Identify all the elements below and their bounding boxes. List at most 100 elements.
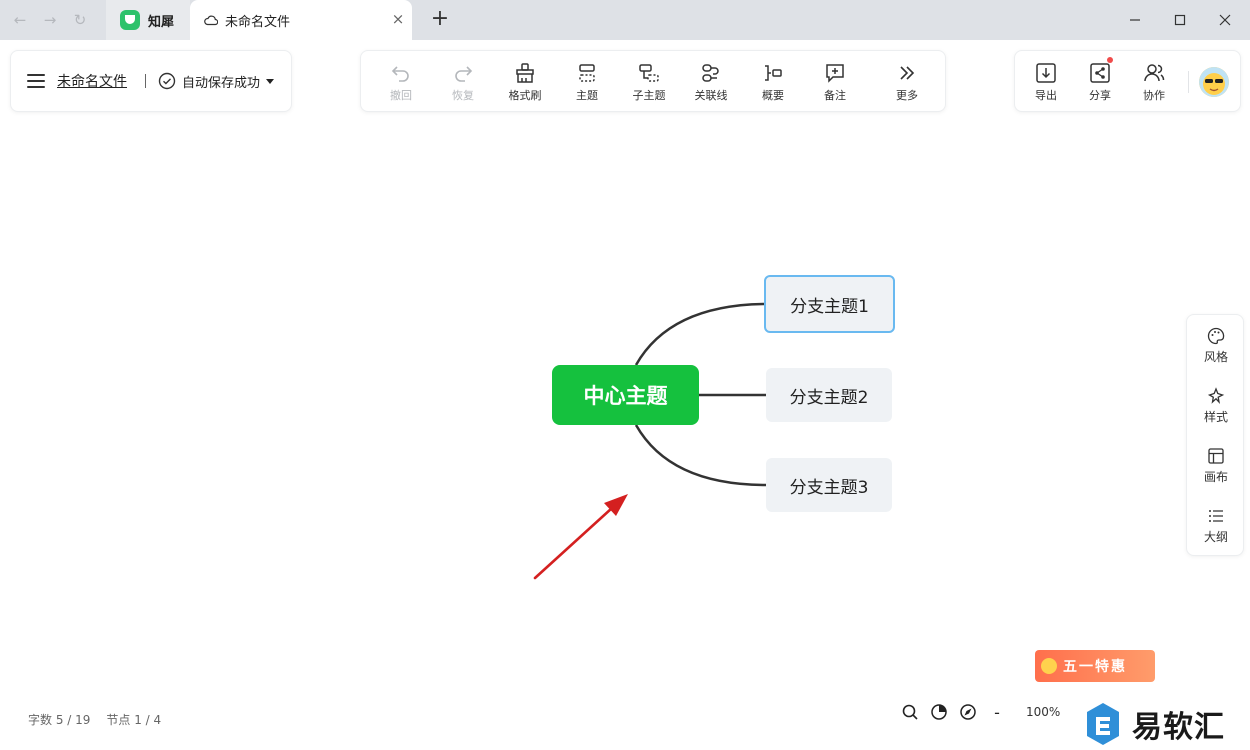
export-label: 导出 bbox=[1035, 88, 1057, 102]
minimize-icon[interactable] bbox=[1122, 8, 1148, 32]
undo-label: 撤回 bbox=[390, 88, 412, 102]
locate-button[interactable] bbox=[956, 701, 980, 723]
mouse-icon bbox=[931, 704, 947, 720]
action-panel: 导出 分享 协作 bbox=[1014, 50, 1241, 112]
sparkle-icon bbox=[1207, 387, 1225, 405]
zoom-controls: - 100% bbox=[898, 701, 1060, 723]
cloud-icon bbox=[204, 15, 218, 26]
save-status: 自动保存成功 bbox=[182, 75, 261, 91]
promo-text: 五一特惠 bbox=[1063, 659, 1127, 675]
mouse-mode-button[interactable] bbox=[927, 701, 951, 723]
tab-close-icon[interactable]: × bbox=[389, 10, 407, 28]
more-icon bbox=[900, 65, 915, 80]
topic-button[interactable]: 主题 bbox=[557, 51, 617, 113]
users-icon bbox=[1144, 63, 1165, 81]
back-icon[interactable]: ← bbox=[10, 10, 30, 30]
node-count: 节点 1 / 4 bbox=[106, 713, 162, 727]
redo-label: 恢复 bbox=[452, 88, 474, 102]
zoom-out-button[interactable]: - bbox=[985, 701, 1009, 723]
search-button[interactable] bbox=[898, 701, 922, 723]
topic-icon bbox=[579, 63, 595, 82]
subtopic-icon bbox=[639, 63, 659, 82]
export-icon bbox=[1036, 62, 1056, 83]
connector-branch-3 bbox=[634, 424, 767, 487]
note-button[interactable]: 备注 bbox=[805, 51, 865, 113]
branch-topic-node-2[interactable]: 分支主题2 bbox=[766, 368, 892, 422]
file-panel: 未命名文件 自动保存成功 bbox=[10, 50, 292, 112]
tab-app-label: 知犀 bbox=[148, 14, 175, 30]
notification-dot bbox=[1107, 57, 1113, 63]
note-icon bbox=[826, 63, 844, 83]
share-label: 分享 bbox=[1089, 88, 1111, 102]
share-button[interactable]: 分享 bbox=[1075, 51, 1125, 113]
style-label: 风格 bbox=[1203, 350, 1228, 364]
palette-icon bbox=[1207, 327, 1225, 345]
check-circle-icon bbox=[158, 72, 176, 90]
note-label: 备注 bbox=[824, 88, 846, 102]
format-style-button[interactable]: 样式 bbox=[1187, 377, 1245, 435]
main-toolbar: 撤回 恢复 格式刷 主题 子主题 关联线 概要 备注 更多 bbox=[360, 50, 946, 112]
megaphone-icon bbox=[1041, 658, 1057, 674]
menu-icon[interactable] bbox=[27, 74, 45, 88]
share-icon bbox=[1090, 62, 1110, 83]
branch-topic-node-3[interactable]: 分支主题3 bbox=[766, 458, 892, 512]
file-name-link[interactable]: 未命名文件 bbox=[57, 71, 127, 91]
canvas-button[interactable]: 画布 bbox=[1187, 437, 1245, 495]
list-icon bbox=[1209, 510, 1223, 522]
watermark-logo-icon bbox=[1087, 703, 1119, 745]
search-icon bbox=[902, 704, 918, 720]
central-topic-node[interactable]: 中心主题 bbox=[552, 365, 699, 425]
watermark: 易软汇 bbox=[1084, 700, 1225, 748]
format-brush-button[interactable]: 格式刷 bbox=[495, 51, 555, 113]
relation-line-label: 关联线 bbox=[694, 88, 728, 102]
caret-down-icon[interactable] bbox=[266, 78, 275, 84]
format-brush-label: 格式刷 bbox=[508, 88, 542, 102]
new-tab-button[interactable]: + bbox=[428, 6, 452, 32]
window-close-icon[interactable] bbox=[1212, 8, 1238, 32]
promo-badge[interactable]: 五一特惠 bbox=[1035, 650, 1155, 682]
format-brush-icon bbox=[516, 62, 534, 83]
reload-icon[interactable]: ↻ bbox=[70, 10, 90, 30]
undo-icon bbox=[391, 65, 409, 82]
avatar[interactable] bbox=[1199, 67, 1229, 97]
subtopic-button[interactable]: 子主题 bbox=[619, 51, 679, 113]
divider bbox=[1188, 71, 1189, 93]
tab-file-label: 未命名文件 bbox=[225, 14, 291, 30]
layout-icon bbox=[1208, 448, 1224, 464]
more-button[interactable]: 更多 bbox=[877, 51, 937, 113]
summary-label: 概要 bbox=[762, 88, 784, 102]
divider bbox=[145, 74, 146, 88]
browser-tab-bar: ← → ↻ 知犀 未命名文件 × + bbox=[0, 0, 1250, 40]
more-label: 更多 bbox=[896, 88, 918, 102]
status-bar: 字数 5 / 19 节点 1 / 4 bbox=[28, 711, 161, 728]
redo-button[interactable]: 恢复 bbox=[433, 51, 493, 113]
watermark-text: 易软汇 bbox=[1132, 710, 1225, 745]
collab-button[interactable]: 协作 bbox=[1129, 51, 1179, 113]
maximize-icon[interactable] bbox=[1167, 8, 1193, 32]
side-panel: 风格 样式 画布 大纲 bbox=[1186, 314, 1244, 556]
app-logo-icon bbox=[120, 10, 140, 30]
connector-branch-1 bbox=[634, 302, 766, 366]
tab-app[interactable]: 知犀 bbox=[106, 0, 190, 40]
subtopic-label: 子主题 bbox=[632, 88, 666, 102]
summary-button[interactable]: 概要 bbox=[743, 51, 803, 113]
undo-button[interactable]: 撤回 bbox=[371, 51, 431, 113]
branch-topic-node-1[interactable]: 分支主题1 bbox=[764, 275, 895, 333]
word-count: 字数 5 / 19 bbox=[28, 713, 91, 727]
style-theme-button[interactable]: 风格 bbox=[1187, 317, 1245, 375]
collab-label: 协作 bbox=[1143, 88, 1165, 102]
outline-button[interactable]: 大纲 bbox=[1187, 497, 1245, 555]
outline-label: 大纲 bbox=[1203, 530, 1228, 544]
relation-line-icon bbox=[702, 63, 719, 82]
relation-line-button[interactable]: 关联线 bbox=[681, 51, 741, 113]
forward-icon[interactable]: → bbox=[40, 10, 60, 30]
export-button[interactable]: 导出 bbox=[1021, 51, 1071, 113]
topic-label: 主题 bbox=[576, 88, 598, 102]
navigation-icon bbox=[960, 704, 976, 720]
annotation-arrow bbox=[533, 494, 628, 580]
summary-icon bbox=[765, 64, 782, 81]
format-label: 样式 bbox=[1203, 410, 1228, 424]
canvas-label: 画布 bbox=[1203, 470, 1228, 484]
tab-file[interactable]: 未命名文件 bbox=[190, 0, 412, 40]
redo-icon bbox=[455, 65, 473, 82]
